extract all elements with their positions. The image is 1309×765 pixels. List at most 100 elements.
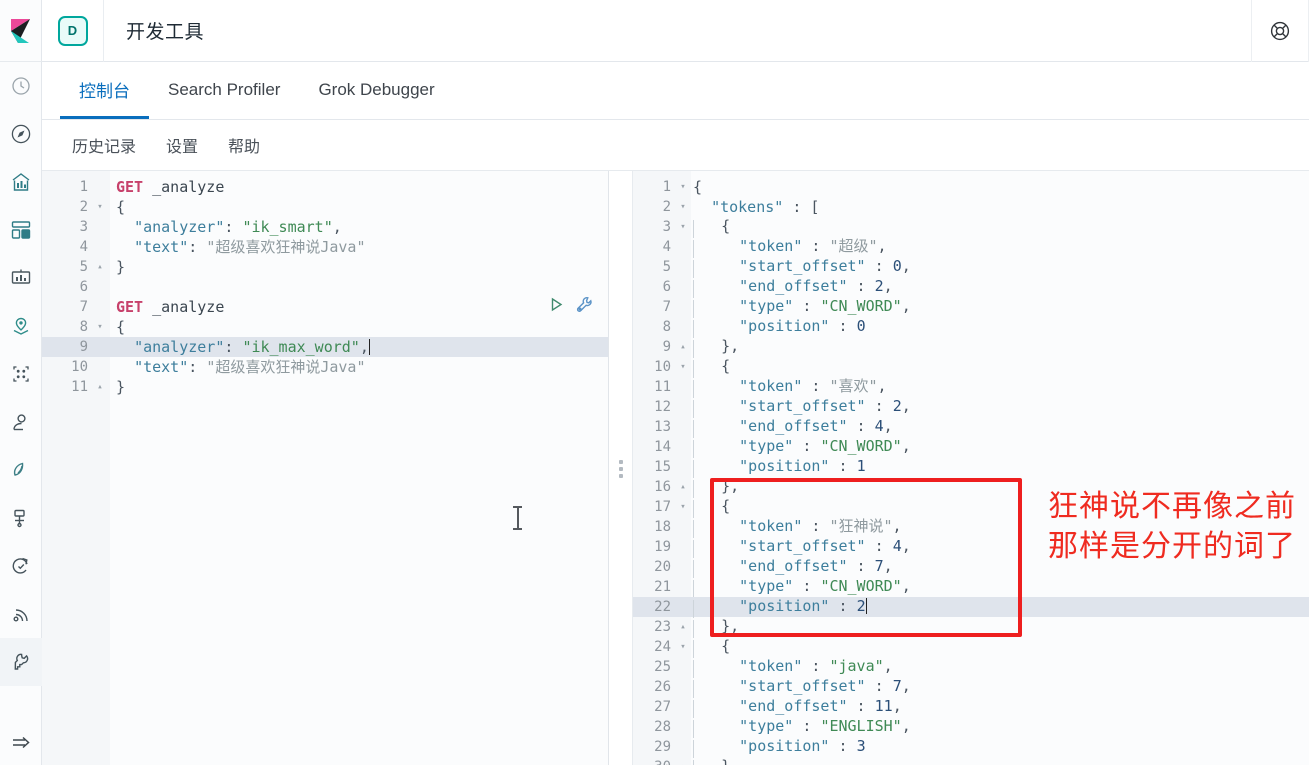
code-line[interactable]: 28 "type" : "ENGLISH", [633, 717, 1309, 738]
lifebuoy-help-icon[interactable] [1251, 0, 1309, 62]
rail-item-apm[interactable] [0, 446, 42, 494]
code-line[interactable]: 2 ▾ "tokens" : [ [633, 197, 1309, 217]
rail-item-user-profile[interactable] [0, 398, 42, 446]
line-number: 21 [654, 579, 671, 595]
play-run-request-icon[interactable] [548, 296, 565, 318]
request-hscrollbar[interactable] [110, 758, 608, 765]
fold-toggle-icon[interactable]: ▾ [677, 357, 689, 377]
code-line[interactable]: 15 "position" : 1 [633, 456, 1309, 478]
rail-item-maps[interactable] [0, 302, 42, 350]
line-number: 17 [654, 499, 671, 515]
code-line[interactable]: 6 "end_offset" : 2, [633, 277, 1309, 298]
editor-splitter-handle[interactable] [609, 171, 633, 765]
code-line[interactable]: 9 "analyzer": "ik_max_word", [42, 337, 608, 357]
rail-item-uptime[interactable] [0, 494, 42, 542]
code-line[interactable]: 3 ▾ { [633, 217, 1309, 238]
code-line[interactable]: 22 "position" : 2 [633, 597, 1309, 618]
code-token: : [793, 297, 821, 315]
code-text: "position" : 1 [689, 456, 1309, 478]
code-token: "token" [739, 377, 803, 395]
line-number: 23 [654, 619, 671, 635]
fold-toggle-icon[interactable]: ▴ [94, 257, 106, 277]
fold-toggle-icon[interactable]: ▾ [677, 637, 689, 657]
fold-toggle-icon[interactable]: ▾ [677, 197, 689, 217]
space-selector[interactable]: D [42, 0, 104, 62]
console-response-editor[interactable]: 1 ▾{2 ▾ "tokens" : [3 ▾ {4 "token" : "超级", 5… [633, 171, 1309, 765]
code-text: } [689, 756, 1309, 765]
code-text: "start_offset" : 2, [689, 396, 1309, 418]
fold-toggle-icon[interactable]: ▾ [677, 497, 689, 517]
code-token: 4 [892, 537, 902, 555]
code-line[interactable]: 27 "end_offset" : 11, [633, 697, 1309, 718]
code-line[interactable]: 1 GET _analyze [42, 177, 608, 197]
code-line[interactable]: 5 ▴} [42, 257, 608, 277]
code-line[interactable]: 10 ▾ { [633, 357, 1309, 378]
kibana-logo[interactable] [0, 0, 42, 62]
fold-toggle-icon[interactable]: ▴ [677, 757, 689, 765]
code-text: } [106, 257, 608, 277]
code-token: , [901, 677, 911, 695]
rail-item-visualize[interactable] [0, 254, 42, 302]
code-line[interactable]: 4 "token" : "超级", [633, 237, 1309, 258]
code-token: : [847, 557, 875, 575]
code-line[interactable]: 9 ▴ }, [633, 337, 1309, 358]
fold-toggle-icon[interactable]: ▾ [677, 177, 689, 197]
code-line[interactable]: 7 "type" : "CN_WORD", [633, 297, 1309, 318]
line-number: 10 [654, 359, 671, 375]
code-line[interactable]: 5 "start_offset" : 0, [633, 257, 1309, 278]
code-line[interactable]: 11 ▴} [42, 377, 608, 397]
code-line[interactable]: 21 "type" : "CN_WORD", [633, 577, 1309, 598]
line-number: 4 [79, 239, 88, 255]
rail-item-canvas[interactable] [0, 206, 42, 254]
code-line[interactable]: 6 [42, 277, 608, 297]
fold-toggle-icon[interactable]: ▴ [677, 337, 689, 357]
code-line[interactable]: 1 ▾{ [633, 177, 1309, 197]
line-number: 15 [654, 459, 671, 475]
code-token: "喜欢" [829, 377, 878, 395]
fold-toggle-icon[interactable]: ▴ [677, 477, 689, 497]
rail-item-dashboard[interactable] [0, 158, 42, 206]
code-token: "start_offset" [739, 677, 866, 695]
code-line[interactable]: 12 "start_offset" : 2, [633, 396, 1309, 418]
code-line[interactable]: 29 "position" : 3 [633, 737, 1309, 758]
code-line[interactable]: 10 "text": "超级喜欢狂神说Java" [42, 357, 608, 377]
code-line[interactable]: 2 ▾ { [42, 197, 608, 217]
code-line[interactable]: 24 ▾ { [633, 637, 1309, 658]
code-line[interactable]: 14 "type" : "CN_WORD", [633, 437, 1309, 458]
fold-toggle-icon[interactable]: ▾ [677, 217, 689, 237]
code-line[interactable]: 26 "start_offset" : 7, [633, 677, 1309, 698]
code-line[interactable]: 7 GET _analyze [42, 297, 608, 317]
submenu-item-help[interactable]: 帮助 [216, 128, 272, 162]
code-line[interactable]: 8 ▾ { [42, 317, 608, 337]
fold-toggle-icon[interactable]: ▾ [94, 317, 106, 337]
tab-search-profiler[interactable]: Search Profiler [149, 63, 299, 119]
rail-collapse-toggle[interactable] [0, 721, 42, 765]
code-line[interactable]: 8 "position" : 0 [633, 317, 1309, 338]
rail-item-discover[interactable] [0, 110, 42, 158]
code-line[interactable]: 11 "token" : "喜欢", [633, 377, 1309, 398]
tab-console[interactable]: 控制台 [60, 63, 149, 119]
wrench-options-icon[interactable] [575, 295, 594, 319]
fold-toggle-icon[interactable]: ▴ [94, 377, 106, 397]
console-request-editor[interactable]: 1 GET _analyze 2 ▾ {3 "analyzer": "ik_smart"… [42, 171, 609, 765]
code-line[interactable]: 13 "end_offset" : 4, [633, 417, 1309, 438]
fold-toggle-icon[interactable]: ▴ [677, 617, 689, 637]
submenu-item-history[interactable]: 历史记录 [60, 128, 148, 162]
rail-item-dev-tools[interactable] [0, 638, 42, 686]
code-line[interactable]: 25 "token" : "java", [633, 656, 1309, 678]
code-line[interactable]: 3 "analyzer": "ik_smart", [42, 217, 608, 237]
submenu-item-settings[interactable]: 设置 [154, 128, 210, 162]
code-text: "token" : "java", [689, 656, 1309, 678]
rail-item-recently-viewed[interactable] [0, 62, 42, 110]
code-line[interactable]: 4 "text": "超级喜欢狂神说Java" [42, 237, 608, 257]
tab-grok-debugger[interactable]: Grok Debugger [299, 63, 453, 119]
rail-item-machine-learning[interactable] [0, 350, 42, 398]
rail-item-siem[interactable] [0, 542, 42, 590]
line-number: 7 [662, 299, 671, 315]
rail-item-logs[interactable] [0, 590, 42, 638]
code-line[interactable]: 30▴ } [633, 757, 1309, 765]
code-token: "CN_WORD" [820, 437, 902, 455]
code-line[interactable]: 23 ▴ }, [633, 617, 1309, 638]
fold-toggle-icon[interactable]: ▾ [94, 197, 106, 217]
